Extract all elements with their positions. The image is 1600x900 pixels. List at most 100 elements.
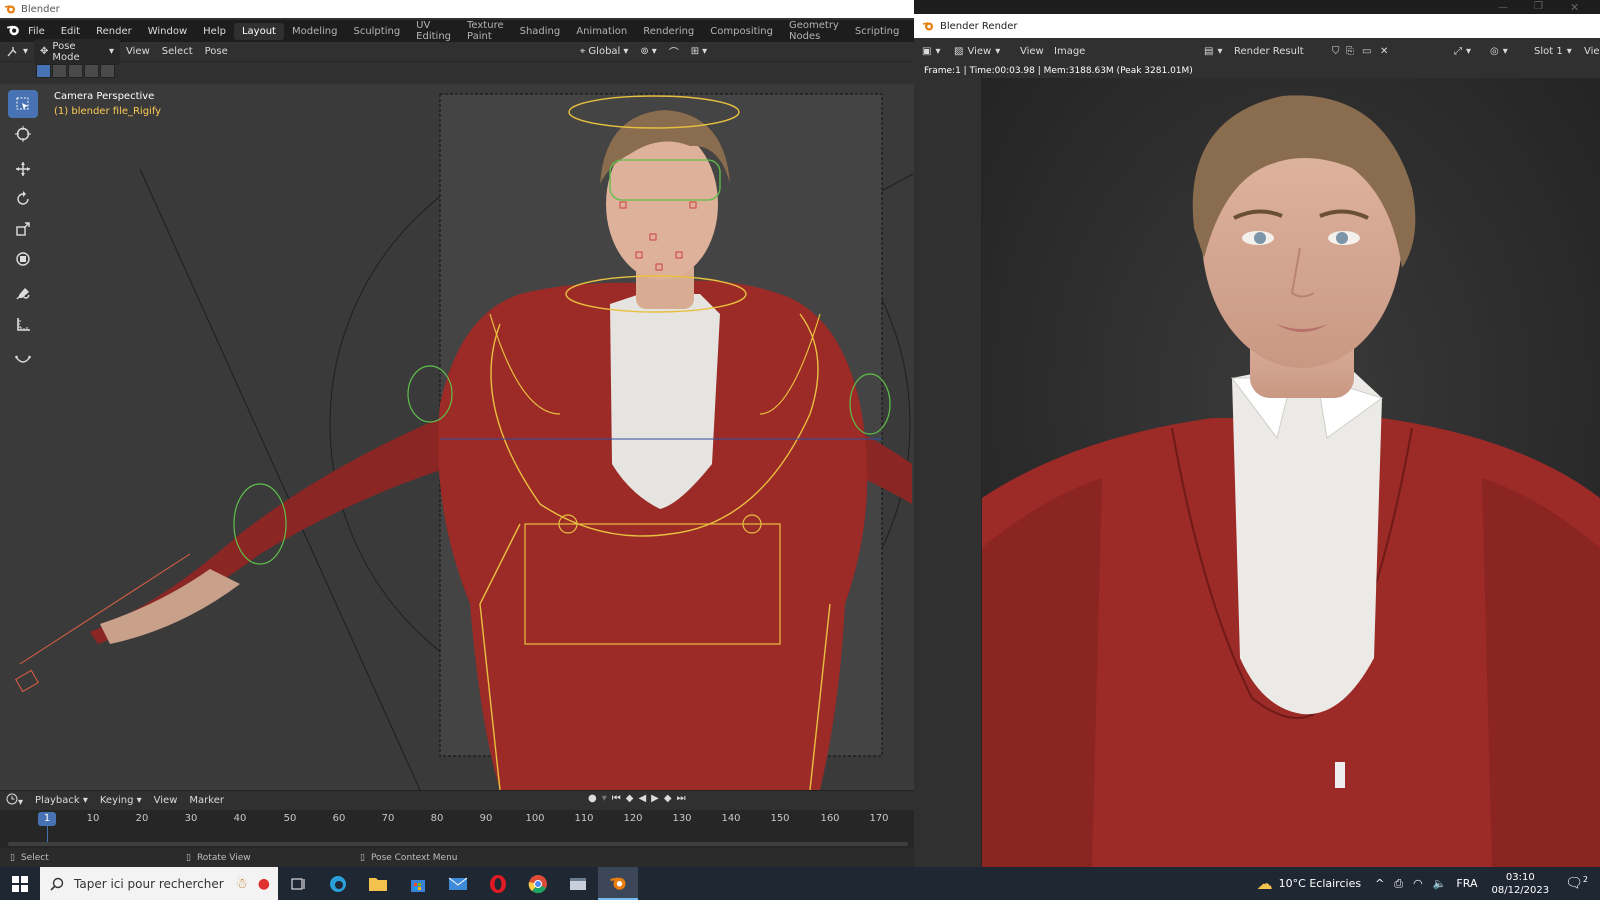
tab-shading[interactable]: Shading <box>512 23 569 40</box>
render-result-image[interactable] <box>982 78 1600 867</box>
select-new-icon[interactable] <box>36 64 51 78</box>
windows-start-icon[interactable] <box>0 867 40 900</box>
select-extend-icon[interactable] <box>52 64 67 78</box>
menu-marker[interactable]: Marker <box>183 795 230 806</box>
menu-view[interactable]: View <box>120 46 156 57</box>
taskbar-search-box[interactable]: Taper ici pour rechercher ☃ ● <box>40 867 278 900</box>
notifications-icon[interactable]: 🗨2 <box>1557 875 1600 892</box>
selection-mode-buttons <box>36 64 115 80</box>
rotate-icon[interactable] <box>8 185 38 213</box>
tab-animation[interactable]: Animation <box>568 23 635 40</box>
prev-keyframe-icon[interactable]: ◆ <box>626 793 634 804</box>
task-view-icon[interactable] <box>278 867 318 900</box>
image-name-field[interactable]: Render Result <box>1234 46 1304 57</box>
tab-layout[interactable]: Layout <box>233 22 284 40</box>
tab-compositing[interactable]: Compositing <box>702 23 781 40</box>
jump-end-icon[interactable]: ⏭ <box>677 793 686 804</box>
tab-uv-editing[interactable]: UV Editing <box>408 17 459 45</box>
view-mode-dropdown[interactable]: ▨ View ▾ <box>954 46 1000 57</box>
pivot-dropdown[interactable]: ⊚ ▾ <box>634 46 662 57</box>
weather-text[interactable]: 10°C Eclaircies <box>1279 877 1361 890</box>
select-subtract-icon[interactable] <box>68 64 83 78</box>
frame-tick: 30 <box>184 813 198 824</box>
minimize-icon[interactable]: — <box>1498 2 1508 13</box>
relax-pose-icon[interactable] <box>8 345 38 373</box>
select-invert-icon[interactable] <box>84 64 99 78</box>
menu-image[interactable]: Image <box>1054 46 1085 57</box>
restore-icon[interactable]: ❐ <box>1534 1 1543 12</box>
menu-pose[interactable]: Pose <box>199 46 234 57</box>
unlink-image-icon[interactable]: ✕ <box>1380 46 1388 57</box>
jump-start-icon[interactable]: ⏮ <box>612 793 621 804</box>
snap-toggle[interactable]: ⌒ <box>663 44 685 59</box>
view-layer-dropdown[interactable]: Vie <box>1584 46 1600 57</box>
record-icon[interactable]: ● <box>588 793 597 804</box>
frame-tick: 10 <box>86 813 100 824</box>
menu-help[interactable]: Help <box>195 26 234 37</box>
transform-icon[interactable] <box>8 245 38 273</box>
snap-icon: ⌒ <box>668 48 679 59</box>
wifi-icon[interactable]: ◠ <box>1413 877 1423 890</box>
menu-window[interactable]: Window <box>140 26 195 37</box>
snap-dropdown[interactable]: ⊞ ▾ <box>685 46 713 57</box>
app-window-icon[interactable] <box>558 867 598 900</box>
menu-keying[interactable]: Keying ▾ <box>94 795 148 806</box>
menu-select[interactable]: Select <box>156 46 199 57</box>
clock-time: 03:10 <box>1505 871 1535 883</box>
status-select-label: Select <box>20 852 49 863</box>
menu-file[interactable]: File <box>20 26 53 37</box>
play-icon[interactable]: ▶ <box>651 793 659 804</box>
cursor-icon[interactable] <box>8 120 38 148</box>
3d-viewport[interactable] <box>0 84 914 790</box>
tab-sculpting[interactable]: Sculpting <box>345 23 408 40</box>
slot-dropdown[interactable]: Slot 1 ▾ <box>1534 46 1572 57</box>
move-icon[interactable] <box>8 155 38 183</box>
menu-edit[interactable]: Edit <box>53 26 88 37</box>
clock[interactable]: 03:10 08/12/2023 <box>1483 871 1557 897</box>
menu-timeline-view[interactable]: View <box>148 795 184 806</box>
next-keyframe-icon[interactable]: ◆ <box>664 793 672 804</box>
opera-icon[interactable] <box>478 867 518 900</box>
measure-icon[interactable] <box>8 310 38 338</box>
chrome-icon[interactable] <box>518 867 558 900</box>
gizmo-toggle[interactable]: ⤢ ▾ <box>1454 46 1471 57</box>
open-image-icon[interactable]: ▭ <box>1362 46 1371 57</box>
store-icon[interactable] <box>398 867 438 900</box>
language-indicator[interactable]: FRA <box>1456 877 1477 890</box>
mode-dropdown[interactable]: ✥ Pose Mode ▾ <box>34 38 121 65</box>
annotate-icon[interactable] <box>8 280 38 308</box>
blender-taskbar-icon[interactable] <box>598 867 638 900</box>
mail-icon[interactable] <box>438 867 478 900</box>
close-icon[interactable]: ✕ <box>1570 1 1579 14</box>
volume-icon[interactable]: 🔈 <box>1433 877 1447 890</box>
fake-user-icon[interactable]: ⛉ <box>1332 46 1340 57</box>
record-options-chevron-icon[interactable]: ▾ <box>602 793 607 804</box>
menu-render[interactable]: Render <box>88 26 140 37</box>
scale-icon[interactable] <box>8 215 38 243</box>
tab-scripting[interactable]: Scripting <box>847 23 907 40</box>
usb-icon[interactable]: ⎙ <box>1394 877 1403 891</box>
frame-tick: 90 <box>479 813 493 824</box>
image-editor-type-button[interactable]: ▣ ▾ <box>922 46 940 57</box>
tab-rendering[interactable]: Rendering <box>635 23 702 40</box>
transform-orientation-dropdown[interactable]: ⌖ Global ▾ <box>574 46 635 57</box>
chevron-up-icon[interactable]: ^ <box>1375 877 1384 890</box>
blender-menu-icon[interactable] <box>0 23 20 40</box>
play-reverse-icon[interactable]: ◀ <box>638 793 646 804</box>
menu-image-view[interactable]: View <box>1020 46 1044 57</box>
edge-icon[interactable] <box>318 867 358 900</box>
current-frame-indicator[interactable]: 1 <box>38 812 56 826</box>
tab-texture-paint[interactable]: Texture Paint <box>459 17 512 45</box>
file-explorer-icon[interactable] <box>358 867 398 900</box>
tab-geometry-nodes[interactable]: Geometry Nodes <box>781 17 847 45</box>
image-browse-dropdown[interactable]: ▤ ▾ <box>1204 46 1222 57</box>
new-image-icon[interactable]: ⎘ <box>1346 46 1354 57</box>
select-intersect-icon[interactable] <box>100 64 115 78</box>
menu-playback[interactable]: Playback ▾ <box>29 795 94 806</box>
editor-type-button[interactable]: ▾ <box>0 46 34 58</box>
timeline-scrollbar[interactable] <box>8 842 908 846</box>
overlay-toggle[interactable]: ◎ ▾ <box>1490 46 1508 57</box>
timeline-editor-type-button[interactable]: ▾ <box>0 793 29 808</box>
select-box-icon[interactable] <box>8 90 38 118</box>
tab-modeling[interactable]: Modeling <box>284 23 346 40</box>
